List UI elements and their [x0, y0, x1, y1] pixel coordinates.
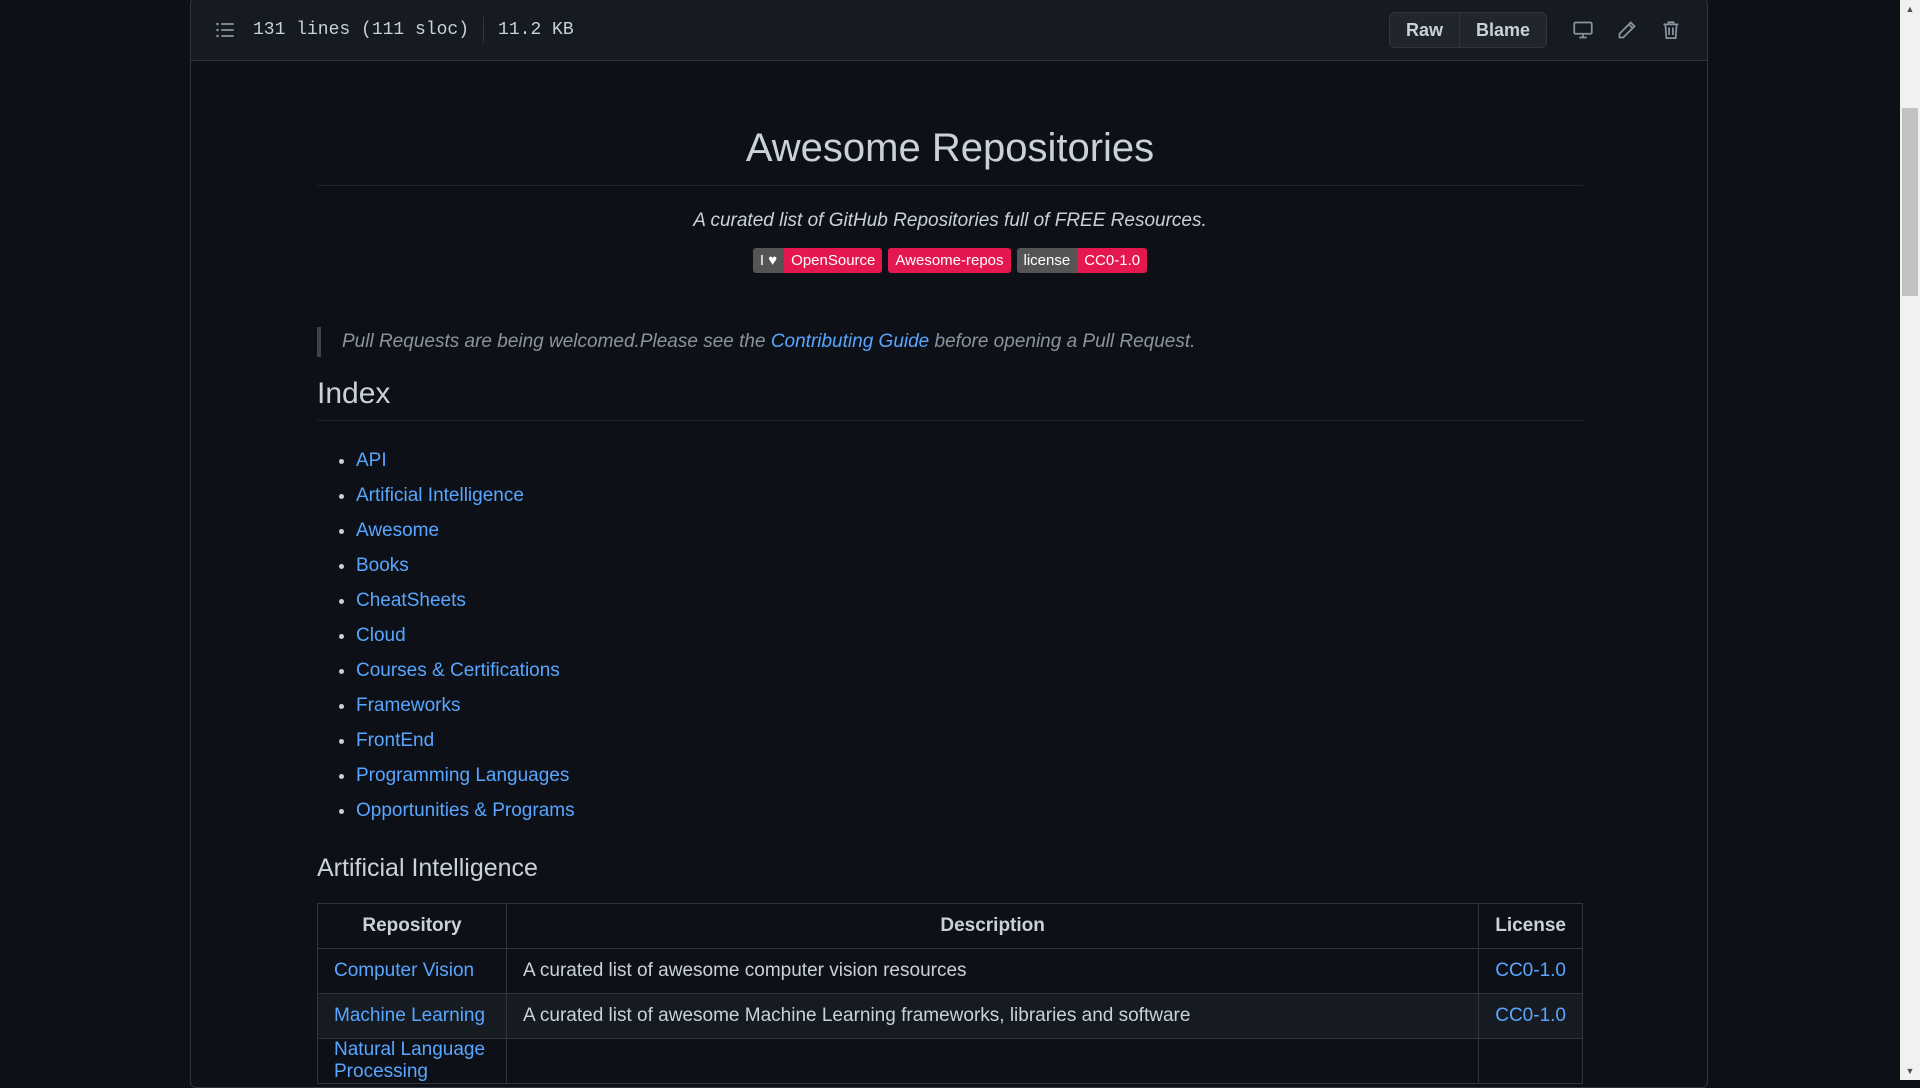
readme-subtitle: A curated list of GitHub Repositories fu… — [693, 210, 1207, 231]
list-item: Artificial Intelligence — [356, 478, 1583, 513]
index-link-frontend[interactable]: FrontEnd — [356, 730, 434, 751]
repo-cell: Natural Language Processing — [317, 1038, 507, 1084]
quote-text-after: before opening a Pull Request. — [929, 331, 1196, 352]
list-item: Programming Languages — [356, 758, 1583, 793]
quote-text-before: Pull Requests are being welcomed.Please … — [342, 331, 771, 352]
file-container: 131 lines (111 sloc) 11.2 KB Raw Blame A… — [190, 0, 1708, 1088]
raw-blame-group: Raw Blame — [1388, 11, 1547, 48]
scroll-down-arrow-icon[interactable]: ▼ — [1900, 1062, 1920, 1080]
badge-opensource[interactable]: I ♥ OpenSource — [752, 248, 883, 273]
description-cell: A curated list of awesome Machine Learni… — [505, 993, 1480, 1039]
file-header: 131 lines (111 sloc) 11.2 KB Raw Blame — [191, 0, 1707, 61]
license-cell: CC0-1.0 — [1478, 993, 1583, 1039]
column-header-description: Description — [505, 903, 1480, 949]
index-link-programming-languages[interactable]: Programming Languages — [356, 765, 569, 786]
list-item: Courses & Certifications — [356, 653, 1583, 688]
index-link-frameworks[interactable]: Frameworks — [356, 695, 461, 716]
badge-value: OpenSource — [784, 248, 883, 273]
contributing-guide-link[interactable]: Contributing Guide — [771, 331, 929, 352]
badge-label: I ♥ — [752, 248, 785, 273]
column-header-license: License — [1478, 903, 1583, 949]
license-cell: CC0-1.0 — [1478, 948, 1583, 994]
ai-heading: Artificial Intelligence — [317, 854, 538, 882]
line-count: 131 lines (111 sloc) — [253, 19, 470, 40]
list-item: Opportunities & Programs — [356, 793, 1583, 828]
badge-value: Awesome-repos — [888, 248, 1011, 273]
badge-label: license — [1016, 248, 1078, 273]
ai-repos-table: Repository Description License Computer … — [317, 903, 1583, 1084]
list-item: Books — [356, 548, 1583, 583]
list-item: Awesome — [356, 513, 1583, 548]
list-item: Frameworks — [356, 688, 1583, 723]
list-item: Cloud — [356, 618, 1583, 653]
index-link-cheatsheets[interactable]: CheatSheets — [356, 590, 466, 611]
vertical-scrollbar[interactable]: ▲ ▼ — [1900, 0, 1920, 1080]
index-heading: Index — [317, 377, 1583, 421]
file-info: 131 lines (111 sloc) 11.2 KB — [253, 16, 574, 43]
table-row: Machine Learning A curated list of aweso… — [317, 993, 1583, 1039]
badge-license[interactable]: license CC0-1.0 — [1016, 248, 1148, 273]
list-item: FrontEnd — [356, 723, 1583, 758]
raw-button[interactable]: Raw — [1389, 12, 1459, 47]
license-link[interactable]: CC0-1.0 — [1495, 1005, 1566, 1026]
badges: I ♥ OpenSource Awesome-repos license CC0… — [317, 248, 1583, 273]
license-cell — [1478, 1038, 1583, 1084]
repo-cell: Machine Learning — [317, 993, 507, 1039]
scroll-up-arrow-icon[interactable]: ▲ — [1900, 0, 1920, 18]
index-list: API Artificial Intelligence Awesome Book… — [317, 443, 1583, 828]
pencil-icon — [1618, 20, 1636, 38]
readme-body: Awesome Repositories A curated list of G… — [317, 61, 1583, 1084]
desktop-icon — [1573, 21, 1593, 38]
display-rendered-button[interactable] — [1563, 13, 1603, 47]
list-item: CheatSheets — [356, 583, 1583, 618]
file-size: 11.2 KB — [498, 19, 574, 40]
repo-link[interactable]: Machine Learning — [334, 1005, 485, 1026]
column-header-repository: Repository — [317, 903, 507, 949]
delete-file-button[interactable] — [1651, 13, 1691, 47]
index-link-api[interactable]: API — [356, 450, 387, 471]
table-header-row: Repository Description License — [317, 903, 1583, 949]
divider — [483, 16, 485, 43]
repo-cell: Computer Vision — [317, 948, 507, 994]
scrollbar-thumb[interactable] — [1902, 108, 1918, 296]
repo-link[interactable]: Natural Language Processing — [334, 1039, 485, 1082]
index-link-courses-certifications[interactable]: Courses & Certifications — [356, 660, 560, 681]
table-of-contents-button[interactable] — [209, 14, 241, 46]
header-actions: Raw Blame — [1388, 11, 1691, 48]
index-link-books[interactable]: Books — [356, 555, 409, 576]
repo-link[interactable]: Computer Vision — [334, 960, 474, 981]
edit-file-button[interactable] — [1607, 13, 1647, 47]
license-link[interactable]: CC0-1.0 — [1495, 960, 1566, 981]
blame-button[interactable]: Blame — [1458, 12, 1546, 47]
index-link-awesome[interactable]: Awesome — [356, 520, 439, 541]
table-row: Computer Vision A curated list of awesom… — [317, 948, 1583, 994]
list-item: API — [356, 443, 1583, 478]
description-cell — [505, 1038, 1480, 1084]
index-link-opportunities-programs[interactable]: Opportunities & Programs — [356, 800, 575, 821]
table-row: Natural Language Processing — [317, 1038, 1583, 1084]
index-link-cloud[interactable]: Cloud — [356, 625, 406, 646]
description-cell: A curated list of awesome computer visio… — [505, 948, 1480, 994]
badge-value: CC0-1.0 — [1077, 248, 1148, 273]
readme-title: Awesome Repositories — [317, 126, 1583, 186]
trash-icon — [1663, 20, 1679, 39]
contributing-blockquote: Pull Requests are being welcomed.Please … — [317, 327, 1583, 357]
badge-awesome-repos[interactable]: Awesome-repos — [888, 248, 1011, 273]
list-unordered-icon — [216, 22, 234, 37]
index-link-artificial-intelligence[interactable]: Artificial Intelligence — [356, 485, 524, 506]
